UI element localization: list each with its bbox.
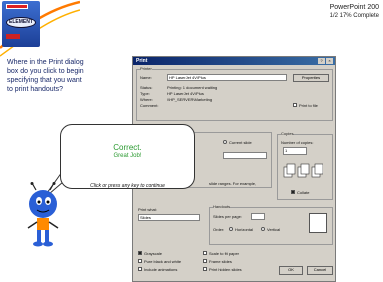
dialog-title: Print: [136, 58, 148, 64]
slides-range-input[interactable]: [223, 152, 267, 159]
include-animations-checkbox[interactable]: [138, 267, 142, 271]
type-label: Type:: [140, 91, 150, 96]
where-label: Where:: [140, 97, 153, 102]
printer-name-select[interactable]: HP LaserJet 4V/Plus: [167, 74, 287, 81]
type-value: HP LaserJet 4V/Plus: [167, 91, 204, 96]
course-logo: ELEMENT: [2, 1, 40, 47]
handouts-group-label: Handouts: [213, 204, 231, 209]
logo-text: ELEMENT: [9, 19, 33, 25]
order-label: Order:: [213, 227, 225, 232]
ok-button[interactable]: OK: [279, 266, 303, 275]
print-to-file-label: Print to file: [299, 103, 318, 108]
question-text: Where in the Print dialog box do you cli…: [7, 59, 84, 93]
print-hidden-label: Print hidden slides: [209, 267, 242, 272]
range-hint: slide ranges. For example,: [209, 181, 257, 186]
print-what-select[interactable]: Slides: [138, 214, 200, 221]
number-of-copies-label: Number of copies:: [281, 140, 314, 145]
horizontal-label: Horizontal: [235, 227, 254, 232]
print-to-file-checkbox[interactable]: [293, 103, 297, 107]
robot-mascot-icon: [27, 182, 59, 247]
pure-black-white-checkbox[interactable]: [138, 259, 142, 263]
print-hidden-checkbox[interactable]: [203, 267, 207, 271]
status-label: Status:: [140, 85, 153, 90]
logo-flag: [6, 4, 28, 9]
name-label: Name:: [140, 75, 152, 80]
current-slide-radio[interactable]: [223, 140, 227, 144]
include-animations-label: Include animations: [144, 267, 178, 272]
frame-slides-checkbox[interactable]: [203, 259, 207, 263]
continue-message: Click or press any key to continue: [90, 183, 165, 189]
current-slide-label: Current slide: [229, 140, 252, 145]
close-button[interactable]: ×: [326, 58, 333, 64]
collate-checkbox[interactable]: [291, 190, 295, 194]
pure-black-white-label: Pure black and white: [144, 259, 182, 264]
course-title: PowerPoint 200: [329, 4, 379, 11]
dialog-title-bar: Print ? ×: [133, 57, 335, 65]
handout-preview: [309, 213, 327, 233]
comment-label: Comment:: [140, 103, 159, 108]
progress-indicator: 1/2 17% Complete: [329, 13, 379, 19]
frame-slides-label: Frame slides: [209, 259, 232, 264]
collate-illustration-icon: [283, 163, 323, 178]
print-what-label: Print what:: [138, 207, 157, 212]
scale-to-fit-checkbox[interactable]: [203, 251, 207, 255]
feedback-great-job: Great Job!: [113, 153, 142, 159]
slides-per-page-label: Slides per page:: [213, 214, 242, 219]
copies-input[interactable]: 1: [283, 147, 307, 155]
cancel-button[interactable]: Cancel: [307, 266, 333, 275]
slides-per-page-select[interactable]: [251, 213, 265, 220]
logo-tag: [6, 34, 20, 39]
horizontal-radio[interactable]: [229, 227, 233, 231]
properties-button[interactable]: Properties: [293, 74, 329, 82]
vertical-radio[interactable]: [261, 227, 265, 231]
printer-group-label: Printer: [140, 66, 152, 71]
collate-label: Collate: [297, 190, 310, 195]
feedback-correct: Correct.: [113, 143, 142, 152]
copies-group-label: Copies: [281, 131, 294, 136]
status-value: Printing: 1 document waiting: [167, 85, 218, 90]
where-value: \\HP_SERVER\Marketing: [167, 97, 213, 102]
grayscale-checkbox[interactable]: [138, 251, 142, 255]
vertical-label: Vertical: [267, 227, 281, 232]
feedback-bubble[interactable]: Correct. Great Job! Click or press any k…: [60, 124, 195, 189]
grayscale-label: Grayscale: [144, 251, 163, 256]
help-button[interactable]: ?: [318, 58, 325, 64]
logo-oval: ELEMENT: [6, 17, 36, 28]
scale-to-fit-label: Scale to fit paper: [209, 251, 240, 256]
